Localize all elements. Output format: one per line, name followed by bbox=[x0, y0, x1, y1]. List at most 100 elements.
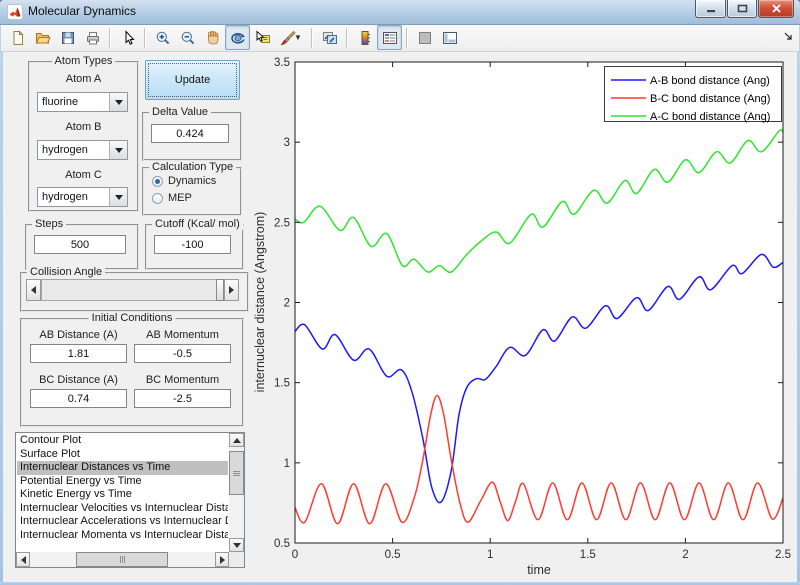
atom-a-select[interactable]: fluorine bbox=[37, 92, 128, 112]
radio-mep-circle[interactable] bbox=[152, 192, 163, 204]
open-folder-icon bbox=[35, 32, 51, 43]
steps-panel: Steps bbox=[25, 218, 139, 270]
radio-mep-label: MEP bbox=[168, 192, 192, 204]
list-item[interactable]: Internuclear Accelerations vs Internucle… bbox=[17, 515, 228, 529]
minimize-icon bbox=[706, 10, 715, 13]
atom-c-dropdown-button[interactable] bbox=[109, 188, 127, 206]
slider-track[interactable] bbox=[41, 279, 224, 301]
atom-types-panel: Atom Types Atom A fluorine Atom B hydrog… bbox=[28, 55, 139, 212]
bc-momentum-field[interactable] bbox=[134, 389, 231, 408]
toolbar-pan-button[interactable] bbox=[200, 25, 225, 50]
slider-thumb[interactable] bbox=[216, 279, 224, 301]
bc-distance-label: BC Distance (A) bbox=[39, 374, 118, 386]
vertical-scroll-thumb[interactable] bbox=[229, 451, 244, 495]
arrow-left-icon bbox=[20, 555, 26, 564]
toolbar-rotate-3d-button[interactable] bbox=[225, 25, 250, 50]
horizontal-scrollbar[interactable] bbox=[16, 552, 229, 567]
horizontal-scroll-thumb[interactable] bbox=[76, 552, 168, 567]
chevron-down-icon: ▼ bbox=[294, 33, 302, 42]
toolbar-legend-button[interactable] bbox=[377, 25, 402, 50]
list-item[interactable]: Internuclear Momenta vs Internuclear Dis… bbox=[17, 529, 228, 543]
close-icon bbox=[771, 4, 781, 13]
toolbar-overflow-arrow[interactable] bbox=[784, 32, 793, 41]
delta-value-field[interactable] bbox=[151, 124, 229, 143]
toolbar-new-figure-button[interactable] bbox=[5, 25, 30, 50]
close-button[interactable] bbox=[758, 0, 794, 18]
list-item[interactable]: Internuclear Distances vs Time bbox=[17, 461, 228, 475]
atom-a-dropdown-button[interactable] bbox=[109, 93, 127, 111]
radio-dynamics-label: Dynamics bbox=[168, 175, 217, 187]
chart[interactable]: 0 0.5 1 1.5 2 2.50.511.522.533.5 time internu… bbox=[250, 55, 800, 585]
toolbar-show-plot-tools-button[interactable] bbox=[437, 25, 462, 50]
arrow-right-icon bbox=[229, 286, 234, 294]
arrow-cursor-icon bbox=[125, 29, 135, 45]
chart-legend[interactable]: A-B bond distance (Ang) B-C bond distanc… bbox=[604, 66, 782, 124]
toolbar-hide-plot-tools-button[interactable] bbox=[412, 25, 437, 50]
vertical-scrollbar[interactable] bbox=[229, 433, 244, 552]
legend-label-bc: B-C bond distance (Ang) bbox=[650, 93, 770, 105]
slider-right-arrow[interactable] bbox=[224, 279, 239, 301]
list-item[interactable]: Contour Plot bbox=[17, 434, 228, 448]
radio-mep[interactable]: MEP bbox=[152, 192, 192, 204]
y-tick-label: 2 bbox=[284, 298, 290, 310]
y-tick-label: 3.5 bbox=[274, 57, 290, 69]
toolbar-zoom-out-button[interactable] bbox=[175, 25, 200, 50]
ab-distance-field[interactable] bbox=[30, 344, 127, 363]
toolbar-brush-button[interactable]: ▼ bbox=[275, 25, 307, 50]
toolbar-colorbar-button[interactable] bbox=[352, 25, 377, 50]
y-tick-label: 2.5 bbox=[274, 217, 290, 229]
rotate-3d-icon bbox=[230, 32, 245, 44]
chevron-down-icon bbox=[114, 147, 123, 153]
atom-a-value: fluorine bbox=[42, 96, 79, 108]
show-plot-tools-icon bbox=[442, 31, 457, 44]
list-item[interactable]: Potential Energy vs Time bbox=[17, 475, 228, 489]
x-axis-label: time bbox=[527, 563, 551, 577]
radio-dynamics-circle[interactable] bbox=[152, 175, 163, 187]
toolbar-zoom-in-button[interactable] bbox=[150, 25, 175, 50]
chevron-down-icon bbox=[114, 194, 123, 200]
minimize-button[interactable] bbox=[695, 0, 726, 18]
toolbar-open-file-button[interactable] bbox=[30, 25, 55, 50]
pan-hand-icon bbox=[207, 30, 218, 44]
maximize-button[interactable] bbox=[727, 0, 757, 18]
atom-b-dropdown-button[interactable] bbox=[109, 141, 127, 159]
list-item[interactable]: Kinetic Energy vs Time bbox=[17, 488, 228, 502]
toolbar-data-cursor-button[interactable] bbox=[250, 25, 275, 50]
scroll-down-button[interactable] bbox=[229, 538, 244, 552]
colorbar-icon bbox=[361, 30, 370, 45]
calculation-type-panel: Calculation Type Dynamics MEP bbox=[142, 161, 242, 216]
atom-c-select[interactable]: hydrogen bbox=[37, 187, 128, 207]
arrow-down-icon bbox=[232, 542, 241, 548]
plot-area[interactable] bbox=[295, 62, 783, 543]
radio-dynamics[interactable]: Dynamics bbox=[152, 175, 216, 187]
plot-type-listbox[interactable]: Contour Plot Surface Plot Internuclear D… bbox=[15, 432, 245, 568]
delta-value-title: Delta Value bbox=[149, 106, 212, 118]
x-tick-label: 1 bbox=[487, 549, 493, 561]
cutoff-field[interactable] bbox=[154, 235, 231, 254]
atom-b-select[interactable]: hydrogen bbox=[37, 140, 128, 160]
toolbar-link-plot-button[interactable] bbox=[317, 25, 342, 50]
legend-label-ab: A-B bond distance (Ang) bbox=[650, 75, 770, 87]
data-cursor-icon bbox=[256, 29, 270, 43]
steps-field[interactable] bbox=[34, 235, 126, 254]
title-bar[interactable]: Molecular Dynamics bbox=[0, 0, 800, 25]
toolbar-separator bbox=[144, 27, 146, 48]
new-file-icon bbox=[13, 29, 24, 45]
scroll-right-button[interactable] bbox=[215, 552, 229, 567]
chevron-down-icon bbox=[114, 99, 123, 105]
bc-distance-field[interactable] bbox=[30, 389, 127, 408]
toolbar-pointer-button[interactable] bbox=[115, 25, 140, 50]
scroll-left-button[interactable] bbox=[16, 552, 30, 567]
ab-momentum-field[interactable] bbox=[134, 344, 231, 363]
toolbar-print-button[interactable] bbox=[80, 25, 105, 50]
scroll-up-button[interactable] bbox=[229, 433, 244, 447]
zoom-in-icon bbox=[156, 31, 169, 44]
arrow-up-icon bbox=[232, 437, 241, 443]
slider-left-arrow[interactable] bbox=[26, 279, 41, 301]
list-item[interactable]: Internuclear Velocities vs Internuclear … bbox=[17, 502, 228, 516]
collision-angle-slider[interactable] bbox=[26, 279, 239, 301]
x-tick-label: 0.5 bbox=[385, 549, 401, 561]
toolbar-save-button[interactable] bbox=[55, 25, 80, 50]
update-button[interactable]: Update bbox=[145, 60, 240, 100]
list-item[interactable]: Surface Plot bbox=[17, 448, 228, 462]
